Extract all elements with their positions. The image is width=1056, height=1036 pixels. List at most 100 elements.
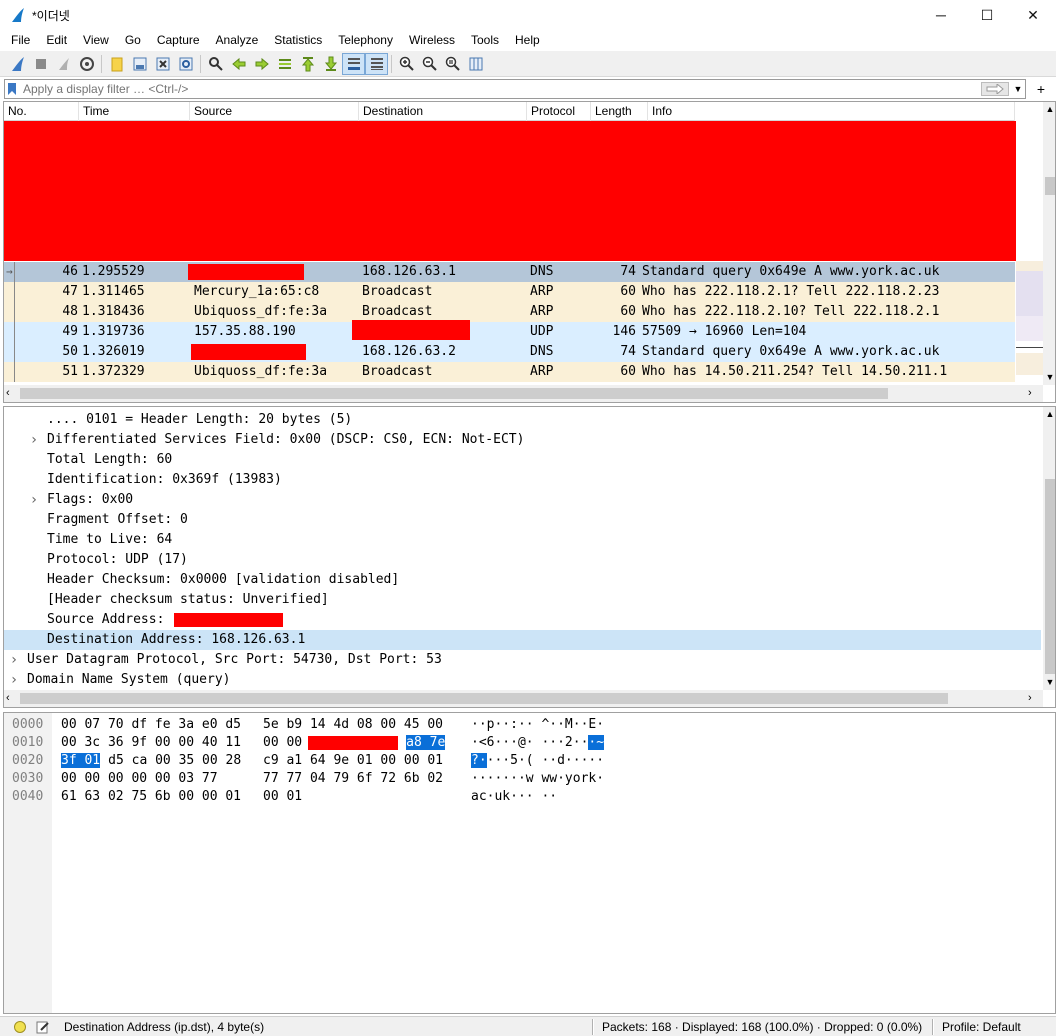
zoom-in-button[interactable] [395,53,418,75]
details-horizontal-scrollbar[interactable]: ‹ › [4,690,1043,707]
colorize-button[interactable] [365,52,388,75]
menu-wireless[interactable]: Wireless [401,30,463,51]
scrollbar-thumb[interactable] [1045,479,1055,674]
zoom-out-button[interactable] [418,53,441,75]
maximize-button[interactable]: ☐ [964,0,1010,30]
go-to-packet-button[interactable] [273,53,296,75]
stop-capture-button[interactable] [29,53,52,75]
hex-bytes-selected[interactable]: 3f 01 [61,753,101,768]
display-filter-input[interactable] [19,81,981,97]
detail-tree-item[interactable]: Total Length: 60 [4,450,1041,470]
hex-bytes-selected[interactable]: a8 7e [406,735,446,750]
last-packet-button[interactable] [319,53,342,75]
ascii-text[interactable]: ·······w ww·york· [471,771,604,786]
scroll-right-arrow-icon[interactable]: › [1028,690,1040,707]
scrollbar-thumb[interactable] [1045,177,1055,195]
first-packet-button[interactable] [296,53,319,75]
packet-row[interactable]: 47 1.311465 Mercury_1a:65:c8 Broadcast ARP 60… [4,282,1015,302]
edit-comment-icon[interactable] [36,1020,50,1034]
ascii-text[interactable]: ··p··:·· ^··M··E· [471,717,604,732]
menu-file[interactable]: File [0,30,38,51]
hex-bytes[interactable]: 77 77 04 79 6f 72 6b 02 [263,771,443,786]
reload-file-button[interactable] [174,53,197,75]
packet-row[interactable]: 48 1.318436 Ubiquoss_df:fe:3a Broadcast ARP 6… [4,302,1015,322]
start-capture-button[interactable] [6,53,29,75]
packet-list-horizontal-scrollbar[interactable]: ‹ › [4,385,1043,402]
column-header-source[interactable]: Source [190,102,359,121]
detail-tree-item[interactable]: Identification: 0x369f (13983) [4,470,1041,490]
hex-bytes[interactable]: 00 07 70 df fe 3a e0 d5 [61,717,241,732]
column-header-length[interactable]: Length [591,102,648,121]
hex-bytes[interactable]: c9 a1 64 9e 01 00 00 01 [263,753,443,768]
expand-arrow-icon[interactable]: › [7,650,21,670]
packet-row[interactable]: 51 1.372329 Ubiquoss_df:fe:3a Broadcast ARP 6… [4,362,1015,382]
menu-help[interactable]: Help [507,30,548,51]
scroll-down-arrow-icon[interactable]: ▼ [1043,370,1055,384]
hex-bytes[interactable]: 61 63 02 75 6b 00 00 01 [61,789,241,804]
detail-tree-item[interactable]: Destination Address: 168.126.63.1 [4,630,1041,650]
detail-tree-item[interactable]: .... 0101 = Header Length: 20 bytes (5) [4,410,1041,430]
detail-tree-item[interactable]: Protocol: UDP (17) [4,550,1041,570]
menu-telephony[interactable]: Telephony [330,30,401,51]
scrollbar-thumb[interactable] [20,388,888,399]
scroll-up-arrow-icon[interactable]: ▲ [1043,407,1055,421]
column-header-no[interactable]: No. [4,102,79,121]
menu-capture[interactable]: Capture [149,30,208,51]
autoscroll-button[interactable] [342,52,365,75]
details-vertical-scrollbar[interactable]: ▲ ▼ [1043,407,1055,690]
detail-tree-item[interactable]: › Domain Name System (query) [4,670,1041,690]
expand-arrow-icon[interactable]: › [27,430,41,450]
detail-tree-item[interactable]: Header Checksum: 0x0000 [validation disa… [4,570,1041,590]
apply-filter-button[interactable] [981,82,1009,96]
detail-tree-item[interactable]: › User Datagram Protocol, Src Port: 54730… [4,650,1041,670]
capture-options-button[interactable] [75,53,98,75]
close-file-button[interactable] [151,53,174,75]
find-packet-button[interactable] [204,53,227,75]
detail-tree-item[interactable]: Time to Live: 64 [4,530,1041,550]
scroll-left-arrow-icon[interactable]: ‹ [6,690,18,707]
packet-minimap[interactable] [1016,121,1043,376]
detail-tree-item[interactable]: [Header checksum status: Unverified] [4,590,1041,610]
column-header-time[interactable]: Time [79,102,190,121]
minimize-button[interactable]: ─ [918,0,964,30]
menu-edit[interactable]: Edit [38,30,75,51]
scrollbar-thumb[interactable] [20,693,948,704]
hex-bytes[interactable]: 5e b9 14 4d 08 00 45 00 [263,717,443,732]
hex-bytes[interactable]: 00 3c 36 9f 00 00 40 11 [61,735,241,750]
go-forward-button[interactable] [250,53,273,75]
ascii-selected[interactable]: ·~ [588,735,605,750]
scroll-left-arrow-icon[interactable]: ‹ [6,385,18,402]
column-header-info[interactable]: Info [648,102,1015,121]
add-filter-button-button[interactable]: + [1030,79,1052,99]
save-file-button[interactable] [128,53,151,75]
ascii-text[interactable]: ···5·( ··d····· [487,753,604,768]
packet-list-vertical-scrollbar[interactable]: ▲ ▼ [1043,102,1055,385]
resize-columns-button[interactable] [464,53,487,75]
status-profile[interactable]: Profile: Default [942,1020,1021,1034]
scroll-up-arrow-icon[interactable]: ▲ [1043,102,1055,116]
detail-tree-item[interactable]: Fragment Offset: 0 [4,510,1041,530]
expand-arrow-icon[interactable]: › [7,670,21,690]
column-header-destination[interactable]: Destination [359,102,527,121]
go-back-button[interactable] [227,53,250,75]
restart-capture-button[interactable] [52,53,75,75]
filter-history-dropdown[interactable]: ▼ [1011,84,1025,94]
column-header-protocol[interactable]: Protocol [527,102,591,121]
scroll-down-arrow-icon[interactable]: ▼ [1043,675,1055,689]
scroll-right-arrow-icon[interactable]: › [1028,385,1040,402]
detail-tree-item[interactable]: Source Address: [4,610,1041,630]
filter-bookmark-button[interactable] [5,80,19,98]
hex-bytes[interactable]: d5 ca 00 35 00 28 [108,753,241,768]
close-button[interactable]: ✕ [1010,0,1056,30]
hex-bytes[interactable]: 00 00 [263,735,302,750]
menu-statistics[interactable]: Statistics [266,30,330,51]
packet-row[interactable]: 49 1.319736 157.35.88.190 UDP 146 57509 → 169… [4,320,1015,342]
packet-row[interactable]: 46 1.295529 168.126.63.1 DNS 74 Standard quer… [4,262,1015,282]
open-file-button[interactable] [105,53,128,75]
normal-size-button[interactable] [441,53,464,75]
ascii-selected[interactable]: ?· [471,753,487,768]
detail-tree-item[interactable]: › Flags: 0x00 [4,490,1041,510]
hex-bytes[interactable]: 00 01 [263,789,302,804]
hex-bytes[interactable]: 00 00 00 00 00 03 77 [61,771,218,786]
ascii-text[interactable]: ac·uk··· ·· [471,789,557,804]
